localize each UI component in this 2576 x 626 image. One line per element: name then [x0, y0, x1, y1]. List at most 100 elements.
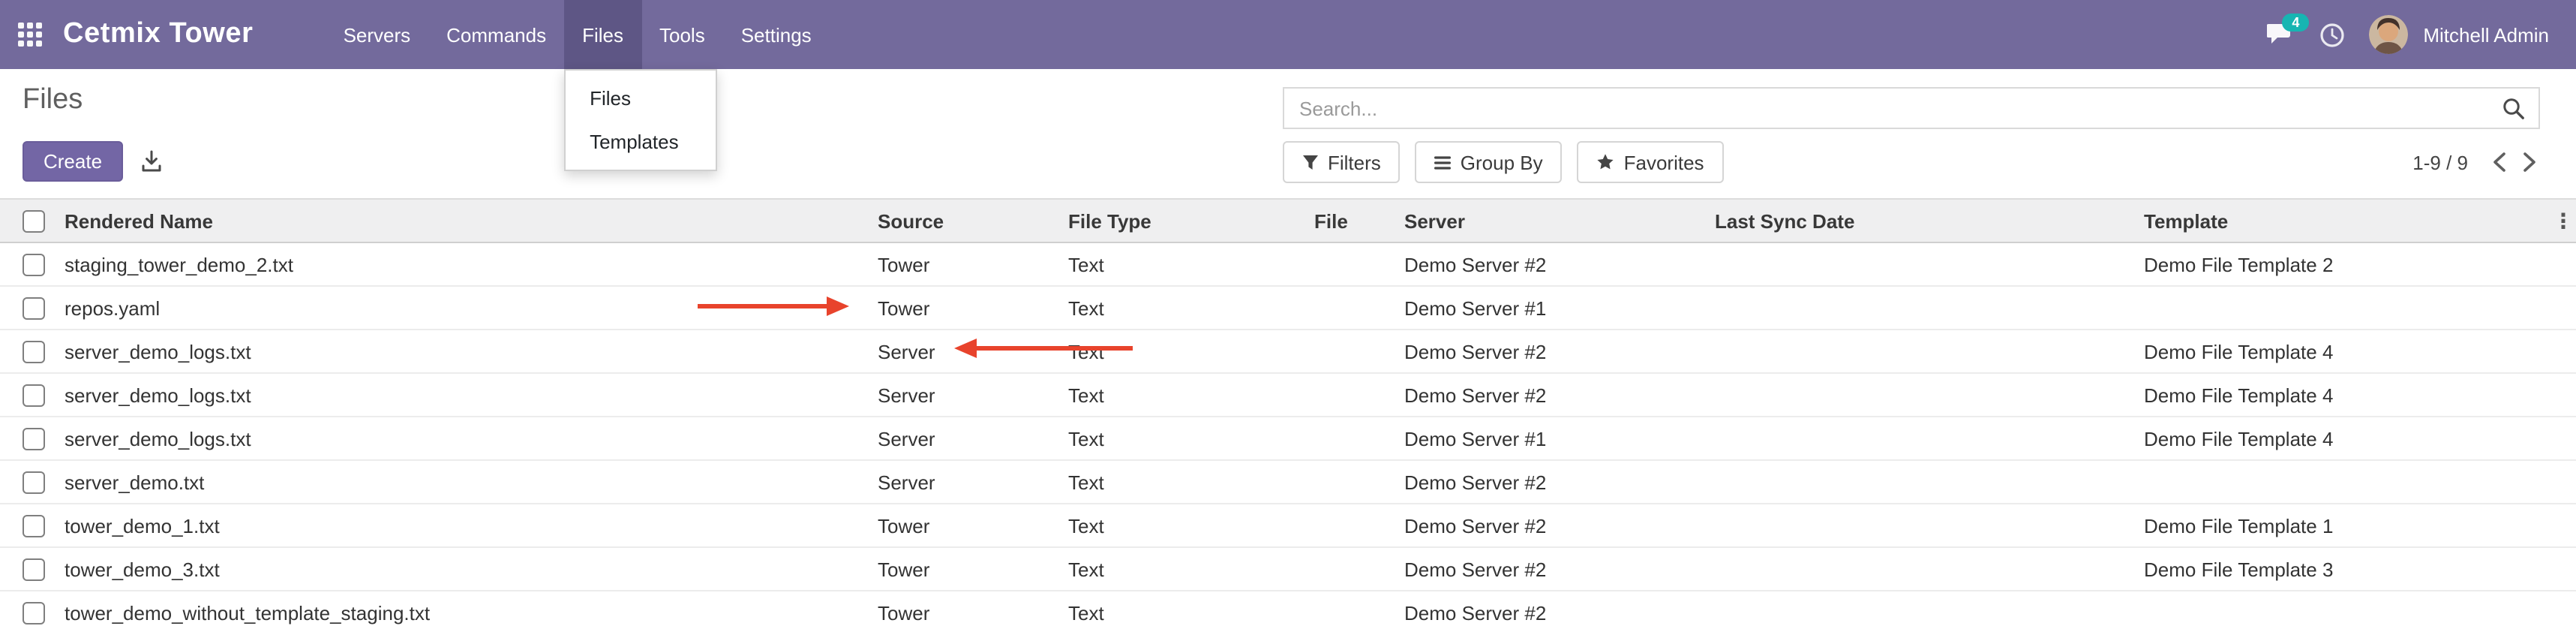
dropdown-item-files[interactable]: Files	[566, 77, 716, 120]
dropdown-item-templates[interactable]: Templates	[566, 120, 716, 164]
row-checkbox-cell	[0, 286, 54, 330]
cell-source: Tower	[867, 504, 1058, 547]
cell-source: Tower	[867, 286, 1058, 330]
chevron-left-icon	[2492, 152, 2507, 173]
cell-last-sync-date	[1704, 460, 2133, 504]
row-checkbox-cell	[0, 242, 54, 286]
cell-source: Tower	[867, 547, 1058, 591]
table-row[interactable]: server_demo.txt Server Text Demo Server …	[0, 460, 2576, 504]
cell-last-sync-date	[1704, 547, 2133, 591]
table-row[interactable]: tower_demo_1.txt Tower Text Demo Server …	[0, 504, 2576, 547]
export-button[interactable]	[138, 146, 165, 175]
cell-template	[2133, 591, 2550, 626]
table-body: staging_tower_demo_2.txt Tower Text Demo…	[0, 242, 2576, 626]
create-button[interactable]: Create	[23, 140, 123, 181]
cell-rendered-name: repos.yaml	[54, 286, 867, 330]
row-checkbox[interactable]	[23, 602, 45, 624]
cell-file-type: Text	[1058, 504, 1304, 547]
cell-server: Demo Server #2	[1394, 504, 1704, 547]
table-row[interactable]: tower_demo_3.txt Tower Text Demo Server …	[0, 547, 2576, 591]
filters-button[interactable]: Filters	[1283, 141, 1401, 183]
row-checkbox[interactable]	[23, 515, 45, 537]
cell-source: Server	[867, 330, 1058, 373]
cell-file-type: Text	[1058, 547, 1304, 591]
cell-server: Demo Server #2	[1394, 373, 1704, 417]
column-file-type[interactable]: File Type	[1058, 199, 1304, 242]
cell-file	[1304, 591, 1394, 626]
table-row[interactable]: server_demo_logs.txt Server Text Demo Se…	[0, 330, 2576, 373]
cell-source: Server	[867, 460, 1058, 504]
favorites-button[interactable]: Favorites	[1578, 141, 1724, 183]
pager-previous-button[interactable]	[2489, 149, 2510, 176]
row-end-spacer	[2550, 417, 2576, 460]
messages-count-badge: 4	[2282, 14, 2309, 32]
files-dropdown-menu: Files Templates	[564, 69, 717, 171]
column-template[interactable]: Template	[2133, 199, 2550, 242]
select-all-checkbox[interactable]	[23, 210, 45, 233]
cell-file	[1304, 373, 1394, 417]
row-checkbox[interactable]	[23, 428, 45, 450]
table-row[interactable]: repos.yaml Tower Text Demo Server #1	[0, 286, 2576, 330]
cell-server: Demo Server #1	[1394, 286, 1704, 330]
row-checkbox-cell	[0, 417, 54, 460]
cell-rendered-name: server_demo_logs.txt	[54, 417, 867, 460]
apps-menu-button[interactable]	[0, 0, 51, 69]
column-last-sync-date[interactable]: Last Sync Date	[1704, 199, 2133, 242]
table-row[interactable]: staging_tower_demo_2.txt Tower Text Demo…	[0, 242, 2576, 286]
cell-template: Demo File Template 4	[2133, 373, 2550, 417]
user-menu[interactable]	[2369, 15, 2408, 54]
table-row[interactable]: server_demo_logs.txt Server Text Demo Se…	[0, 373, 2576, 417]
column-file[interactable]: File	[1304, 199, 1394, 242]
cell-file-type: Text	[1058, 242, 1304, 286]
table-row[interactable]: tower_demo_without_template_staging.txt …	[0, 591, 2576, 626]
row-end-spacer	[2550, 242, 2576, 286]
cell-server: Demo Server #2	[1394, 591, 1704, 626]
row-checkbox-cell	[0, 330, 54, 373]
row-checkbox[interactable]	[23, 471, 45, 494]
clock-icon	[2319, 22, 2345, 47]
app-brand[interactable]: Cetmix Tower	[63, 0, 254, 69]
group-by-button[interactable]: Group By	[1416, 141, 1563, 183]
cell-last-sync-date	[1704, 591, 2133, 626]
user-name[interactable]: Mitchell Admin	[2423, 23, 2549, 46]
row-checkbox[interactable]	[23, 297, 45, 320]
menu-commands[interactable]: Commands	[428, 0, 564, 69]
cell-rendered-name: server_demo_logs.txt	[54, 373, 867, 417]
column-source[interactable]: Source	[867, 199, 1058, 242]
column-server[interactable]: Server	[1394, 199, 1704, 242]
select-all-cell	[0, 199, 54, 242]
table-row[interactable]: server_demo_logs.txt Server Text Demo Se…	[0, 417, 2576, 460]
cell-template: Demo File Template 2	[2133, 242, 2550, 286]
optional-columns-toggle[interactable]: ⋮	[2550, 199, 2576, 242]
cell-file-type: Text	[1058, 330, 1304, 373]
search-submit[interactable]	[2489, 97, 2538, 119]
pager: 1-9 / 9	[2412, 149, 2540, 176]
cell-file-type: Text	[1058, 286, 1304, 330]
table-header: Rendered Name Source File Type File Serv…	[0, 199, 2576, 242]
cell-file-type: Text	[1058, 591, 1304, 626]
messages-button[interactable]: 4	[2267, 23, 2295, 47]
menu-files[interactable]: Files Files Templates	[564, 0, 641, 69]
menu-tools[interactable]: Tools	[641, 0, 723, 69]
cell-server: Demo Server #2	[1394, 330, 1704, 373]
row-checkbox-cell	[0, 547, 54, 591]
action-buttons: Create	[23, 141, 165, 180]
menu-servers[interactable]: Servers	[326, 0, 429, 69]
cell-rendered-name: tower_demo_1.txt	[54, 504, 867, 547]
row-checkbox[interactable]	[23, 341, 45, 363]
favorites-label: Favorites	[1624, 151, 1704, 173]
activities-button[interactable]	[2319, 22, 2345, 47]
cell-last-sync-date	[1704, 286, 2133, 330]
row-end-spacer	[2550, 373, 2576, 417]
row-checkbox[interactable]	[23, 254, 45, 276]
search-input[interactable]	[1284, 97, 2489, 119]
star-icon	[1597, 153, 1615, 171]
row-checkbox[interactable]	[23, 384, 45, 407]
pager-next-button[interactable]	[2519, 149, 2540, 176]
menu-settings[interactable]: Settings	[723, 0, 830, 69]
search-option-buttons: Filters Group By Favorites	[1283, 141, 1724, 183]
column-rendered-name[interactable]: Rendered Name	[54, 199, 867, 242]
search-options-row: Filters Group By Favorites	[1283, 141, 2540, 183]
row-checkbox[interactable]	[23, 558, 45, 581]
cell-rendered-name: tower_demo_3.txt	[54, 547, 867, 591]
